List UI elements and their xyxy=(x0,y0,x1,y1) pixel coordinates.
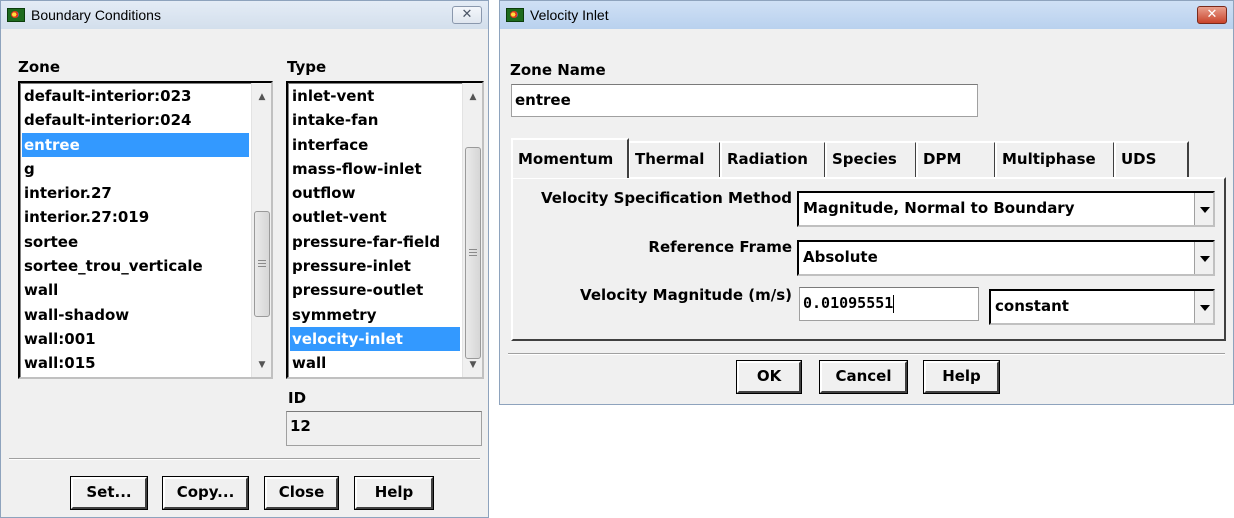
ok-button[interactable]: OK xyxy=(736,360,802,394)
fluent-app-icon xyxy=(7,8,25,22)
close-icon[interactable]: ✕ xyxy=(1197,6,1227,24)
close-button[interactable]: Close xyxy=(264,476,339,510)
tab-radiation[interactable]: Radiation xyxy=(720,141,826,177)
type-list-item[interactable]: inlet-vent xyxy=(290,84,460,108)
close-icon[interactable]: ✕ xyxy=(452,6,482,24)
chevron-down-icon[interactable] xyxy=(1194,291,1213,323)
type-list-item[interactable]: interface xyxy=(290,133,460,157)
zone-list-item[interactable]: g xyxy=(22,157,249,181)
vi-title: Velocity Inlet xyxy=(530,7,609,23)
tab-uds[interactable]: UDS xyxy=(1114,141,1189,177)
zone-list[interactable]: default-interior:023 default-interior:024… xyxy=(18,81,273,379)
velocity-mag-value: 0.01095551 xyxy=(803,294,894,312)
velocity-mag-profile-value: constant xyxy=(995,297,1069,315)
type-list-item[interactable]: pressure-outlet xyxy=(290,278,460,302)
fluent-app-icon xyxy=(506,8,524,22)
type-list-scrollbar[interactable]: ▲ ▼ xyxy=(462,83,482,377)
id-field: 12 xyxy=(286,411,482,446)
velocity-mag-input[interactable]: 0.01095551 xyxy=(799,287,979,321)
vi-titlebar[interactable]: Velocity Inlet ✕ xyxy=(500,1,1233,29)
type-list-item[interactable]: intake-fan xyxy=(290,108,460,132)
scroll-down-icon[interactable]: ▼ xyxy=(252,355,271,375)
scroll-thumb[interactable] xyxy=(465,147,481,359)
momentum-panel: Velocity Specification Method Magnitude,… xyxy=(511,177,1226,341)
zone-list-item[interactable]: sortee xyxy=(22,230,249,254)
type-list-item[interactable]: outflow xyxy=(290,181,460,205)
velocity-inlet-window: Velocity Inlet ✕ Zone Name entree Moment… xyxy=(499,0,1234,405)
type-label: Type xyxy=(287,58,327,76)
chevron-down-icon[interactable] xyxy=(1194,193,1213,225)
type-list-item[interactable]: outlet-vent xyxy=(290,205,460,229)
velocity-spec-select[interactable]: Magnitude, Normal to Boundary xyxy=(797,191,1215,227)
zone-list-item[interactable]: default-interior:024 xyxy=(22,108,249,132)
vi-separator xyxy=(508,353,1225,355)
zone-list-item[interactable]: interior.27:019 xyxy=(22,205,249,229)
type-list-item[interactable]: pressure-inlet xyxy=(290,254,460,278)
tab-strip: Momentum Thermal Radiation Species DPM M… xyxy=(511,138,1211,181)
velocity-mag-profile-select[interactable]: constant xyxy=(989,289,1215,325)
help-button[interactable]: Help xyxy=(354,476,434,510)
type-list[interactable]: inlet-vent intake-fan interface mass-flow-i… xyxy=(286,81,484,379)
type-list-item[interactable]: wall xyxy=(290,351,460,375)
tab-dpm[interactable]: DPM xyxy=(916,141,996,177)
set-button[interactable]: Set... xyxy=(70,476,148,510)
zone-list-item[interactable]: wall-shadow xyxy=(22,303,249,327)
scroll-thumb[interactable] xyxy=(254,211,270,317)
id-label: ID xyxy=(288,389,307,407)
type-list-item[interactable]: velocity-inlet xyxy=(290,326,460,352)
scroll-down-icon[interactable]: ▼ xyxy=(463,355,482,375)
bc-title: Boundary Conditions xyxy=(31,7,161,23)
type-list-item[interactable]: mass-flow-inlet xyxy=(290,157,460,181)
copy-button[interactable]: Copy... xyxy=(162,476,249,510)
velocity-mag-label: Velocity Magnitude (m/s) xyxy=(580,286,792,304)
zone-list-item[interactable]: sortee_trou_verticale xyxy=(22,254,249,278)
tab-thermal[interactable]: Thermal xyxy=(628,141,721,177)
bc-titlebar[interactable]: Boundary Conditions ✕ xyxy=(1,1,488,29)
cancel-button[interactable]: Cancel xyxy=(819,360,908,394)
zone-label: Zone xyxy=(18,58,61,76)
reference-frame-label: Reference Frame xyxy=(648,238,792,256)
velocity-spec-label: Velocity Specification Method xyxy=(540,189,792,207)
help-button[interactable]: Help xyxy=(923,360,1000,394)
tab-species[interactable]: Species xyxy=(825,141,917,177)
reference-frame-value: Absolute xyxy=(803,248,878,266)
zone-list-item[interactable]: entree xyxy=(22,132,249,157)
chevron-down-icon[interactable] xyxy=(1194,242,1213,274)
boundary-conditions-window: Boundary Conditions ✕ Zone default-inter… xyxy=(0,0,489,518)
zone-name-field[interactable]: entree xyxy=(511,84,978,117)
zone-list-item[interactable]: interior.27 xyxy=(22,181,249,205)
text-cursor xyxy=(893,294,895,313)
zone-list-item[interactable]: wall xyxy=(22,278,249,302)
zone-list-scrollbar[interactable]: ▲ ▼ xyxy=(251,83,271,377)
velocity-spec-value: Magnitude, Normal to Boundary xyxy=(803,199,1075,217)
reference-frame-select[interactable]: Absolute xyxy=(797,240,1215,276)
zone-list-item[interactable]: default-interior:023 xyxy=(22,84,249,108)
type-list-item[interactable]: pressure-far-field xyxy=(290,230,460,254)
type-list-item[interactable]: symmetry xyxy=(290,303,460,327)
tab-momentum[interactable]: Momentum xyxy=(511,138,629,178)
tab-multiphase[interactable]: Multiphase xyxy=(995,141,1115,177)
zone-list-item[interactable]: wall:001 xyxy=(22,327,249,351)
zone-name-label: Zone Name xyxy=(510,61,606,79)
zone-list-item[interactable]: wall:015 xyxy=(22,351,249,375)
scroll-up-icon[interactable]: ▲ xyxy=(463,87,482,107)
bc-separator xyxy=(9,458,480,460)
scroll-up-icon[interactable]: ▲ xyxy=(252,87,271,107)
